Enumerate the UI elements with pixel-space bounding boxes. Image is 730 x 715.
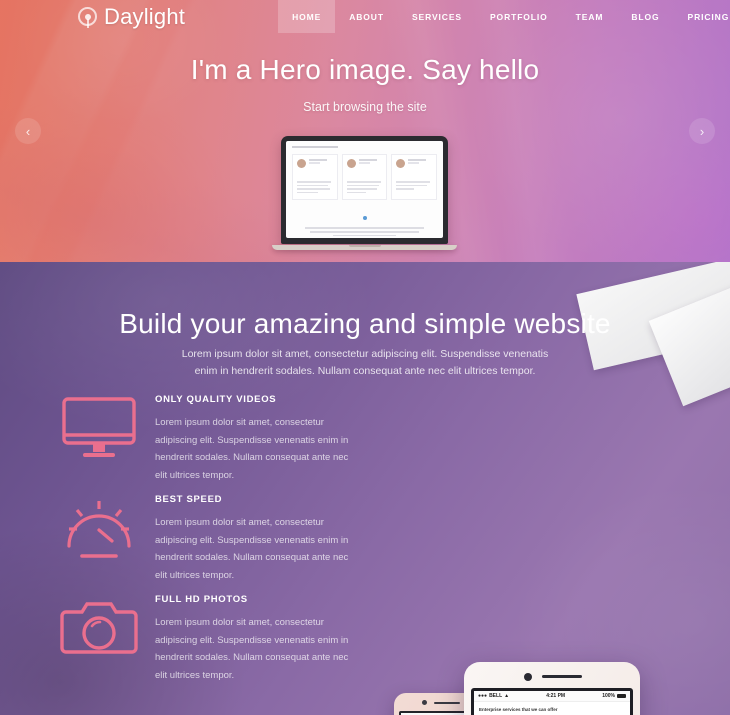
hero-section: Daylight HOME ABOUT SERVICES PORTFOLIO T… — [0, 0, 730, 263]
status-time: 4:21 PM — [546, 693, 566, 699]
monitor-icon — [60, 394, 138, 460]
laptop-lid — [281, 136, 448, 244]
carrier-label: BELL — [489, 693, 503, 699]
laptop-mockup — [272, 136, 457, 250]
feature-description: Lorem ipsum dolor sit amet, consectetur … — [155, 517, 349, 581]
battery-icon — [617, 694, 626, 698]
phone-page-heading: Enterprise services that we can offer — [479, 707, 558, 712]
nav-item-portfolio[interactable]: PORTFOLIO — [476, 0, 562, 33]
nav-item-blog[interactable]: BLOG — [617, 0, 673, 33]
accent-dot-icon — [362, 216, 367, 220]
phone-status-bar: ●●● BELL ▲ 4:21 PM 100% — [474, 691, 630, 702]
wifi-icon: ▲ — [504, 693, 510, 699]
feature-title: ONLY QUALITY VIDEOS — [155, 394, 277, 405]
earpiece-speaker — [434, 702, 460, 704]
nav-item-pricing[interactable]: PRICING — [674, 0, 730, 33]
nav-item-services[interactable]: SERVICES — [398, 0, 476, 33]
feature-item-videos: ONLY QUALITY VIDEOS Lorem ipsum dolor si… — [60, 390, 360, 490]
feature-title: BEST SPEED — [155, 494, 223, 505]
camera-icon — [60, 594, 138, 660]
front-camera-icon — [422, 700, 427, 705]
avatar — [297, 159, 306, 168]
feature-item-speed: BEST SPEED Lorem ipsum dolor sit amet, c… — [60, 490, 360, 590]
laptop-screen-heading — [292, 146, 437, 150]
hero-subtitle: Start browsing the site — [303, 100, 427, 114]
battery-percent: 100% — [602, 693, 615, 699]
features-section: Build your amazing and simple website Lo… — [0, 262, 730, 715]
feature-description: Lorem ipsum dolor sit amet, consectetur … — [155, 417, 349, 481]
section-subtitle: Lorem ipsum dolor sit amet, consectetur … — [181, 348, 549, 378]
testimonial-card — [292, 154, 338, 200]
nav-item-home[interactable]: HOME — [278, 0, 336, 33]
speedometer-icon — [60, 494, 138, 560]
feature-list: ONLY QUALITY VIDEOS Lorem ipsum dolor si… — [60, 390, 360, 690]
avatar — [346, 159, 356, 168]
front-camera-icon — [524, 673, 532, 681]
brand-name: Daylight — [104, 3, 186, 29]
laptop-testimonial-cards — [286, 154, 443, 200]
feature-title: FULL HD PHOTOS — [155, 594, 248, 605]
phone-mockups: Personal$20 Unlimited$50 All$99 ●●● — [378, 388, 730, 715]
nav-links: HOME ABOUT SERVICES PORTFOLIO TEAM BLOG … — [278, 0, 730, 33]
signal-bars-icon: ●●● — [478, 693, 488, 699]
brand-logo[interactable]: Daylight — [78, 4, 185, 30]
feature-item-photos: FULL HD PHOTOS Lorem ipsum dolor sit ame… — [60, 590, 360, 690]
carousel-prev-icon[interactable]: ‹ — [15, 118, 41, 144]
nav-item-team[interactable]: TEAM — [562, 0, 618, 33]
laptop-screen — [286, 141, 443, 238]
phone-mockup-large: ●●● BELL ▲ 4:21 PM 100% Enterprise servi… — [464, 662, 640, 715]
carousel-next-icon[interactable]: › — [689, 118, 715, 144]
feature-description: Lorem ipsum dolor sit amet, consectetur … — [155, 617, 349, 681]
earpiece-speaker — [542, 675, 582, 678]
avatar — [396, 159, 406, 168]
testimonial-card — [341, 154, 388, 200]
landing-page: Daylight HOME ABOUT SERVICES PORTFOLIO T… — [0, 0, 730, 715]
laptop-screen-footer — [286, 207, 443, 237]
nav-item-about[interactable]: ABOUT — [335, 0, 398, 33]
section-title: Build your amazing and simple website — [119, 308, 611, 339]
laptop-base — [272, 245, 457, 250]
main-navbar: Daylight HOME ABOUT SERVICES PORTFOLIO T… — [0, 0, 730, 33]
location-pin-circle-icon — [78, 7, 97, 28]
hero-title: I'm a Hero image. Say hello — [190, 54, 540, 85]
phone-large-screen: ●●● BELL ▲ 4:21 PM 100% Enterprise servi… — [471, 688, 633, 715]
testimonial-card — [391, 154, 438, 200]
